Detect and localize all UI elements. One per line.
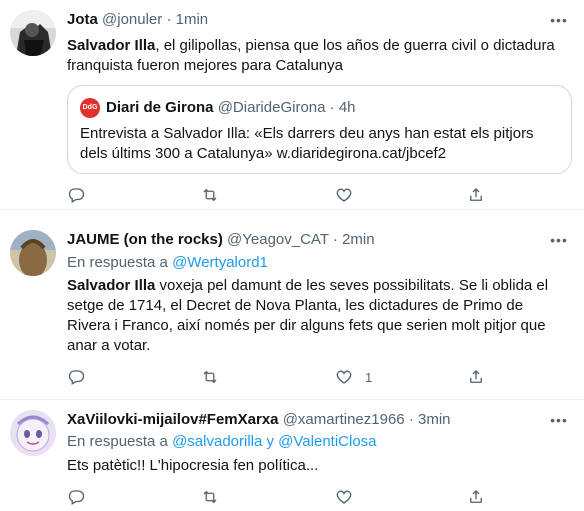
like-icon	[336, 490, 352, 504]
reply-prefix: En respuesta a	[67, 254, 173, 271]
share-button[interactable]	[467, 366, 485, 388]
avatar[interactable]	[10, 10, 56, 56]
reply-icon	[68, 490, 85, 505]
retweet-icon	[203, 490, 217, 504]
like-button[interactable]	[335, 184, 353, 206]
reply-to-link[interactable]: @salvadorilla y @ValentiClosa	[172, 433, 376, 450]
share-icon	[470, 370, 482, 383]
tweet[interactable]: XaViilovki-mijailov#FemXarxa @xamartinez…	[0, 400, 584, 511]
mention-bold: Salvador Illa	[67, 37, 156, 54]
timestamp[interactable]: 1min	[176, 11, 209, 28]
author-handle[interactable]: @xamartinez1966	[283, 411, 405, 428]
separator-dot: ·	[332, 231, 338, 248]
quoted-timestamp[interactable]: 4h	[339, 99, 356, 116]
tweet-header: Jota @jonuler · 1min	[67, 10, 208, 30]
mention-bold: Salvador Illa	[67, 277, 156, 294]
share-button[interactable]	[467, 184, 485, 206]
share-icon	[470, 490, 482, 503]
like-button[interactable]: 1	[335, 366, 372, 388]
avatar[interactable]	[10, 410, 56, 456]
quoted-author-name[interactable]: Diari de Girona	[106, 99, 214, 116]
reply-button[interactable]	[67, 486, 85, 508]
reply-icon	[68, 188, 85, 203]
quoted-tweet[interactable]: DdG Diari de Girona @DiarideGirona · 4h …	[67, 85, 572, 174]
avatar[interactable]	[10, 230, 56, 276]
quoted-text: Entrevista a Salvador Illa: «Els darrers…	[80, 125, 534, 162]
reply-button[interactable]	[67, 366, 85, 388]
like-icon	[336, 370, 352, 384]
quoted-header: Diari de Girona @DiarideGirona · 4h	[106, 98, 356, 118]
separator-dot: ·	[166, 11, 172, 28]
like-count: 1	[365, 369, 373, 385]
tweet[interactable]: JAUME (on the rocks) @Yeagov_CAT · 2min …	[0, 210, 584, 400]
reply-icon	[68, 370, 85, 385]
reply-prefix: En respuesta a	[67, 433, 173, 450]
author-name[interactable]: JAUME (on the rocks)	[67, 231, 223, 248]
more-icon[interactable]: •••	[548, 11, 570, 29]
timestamp[interactable]: 2min	[342, 231, 375, 248]
action-bar: 1	[67, 366, 497, 388]
tweet[interactable]: Jota @jonuler · 1min ••• Salvador Illa, …	[0, 0, 584, 210]
tweet-text: Ets patètic!! L'hipocresia fen política.…	[67, 457, 319, 474]
separator-dot: ·	[329, 99, 335, 116]
author-name[interactable]: XaViilovki-mijailov#FemXarxa	[67, 411, 279, 428]
reply-context: En respuesta a @salvadorilla y @ValentiC…	[67, 432, 377, 452]
quoted-author-handle[interactable]: @DiarideGirona	[218, 99, 326, 116]
tweet-header: JAUME (on the rocks) @Yeagov_CAT · 2min	[67, 230, 375, 250]
retweet-icon	[203, 188, 217, 202]
quoted-avatar[interactable]: DdG	[80, 98, 100, 118]
action-bar	[67, 486, 497, 508]
share-icon	[470, 188, 482, 201]
retweet-button[interactable]	[201, 366, 219, 388]
retweet-button[interactable]	[201, 184, 219, 206]
more-icon[interactable]: •••	[548, 411, 570, 429]
author-handle[interactable]: @jonuler	[102, 11, 162, 28]
share-button[interactable]	[467, 486, 485, 508]
reply-to-link[interactable]: @Wertyalord1	[172, 254, 268, 271]
action-bar	[67, 184, 497, 206]
retweet-icon	[203, 370, 217, 384]
author-handle[interactable]: @Yeagov_CAT	[227, 231, 329, 248]
tweet-header: XaViilovki-mijailov#FemXarxa @xamartinez…	[67, 410, 451, 430]
reply-context: En respuesta a @Wertyalord1	[67, 253, 268, 273]
tweet-text: Salvador Illa voxeja pel damunt de les s…	[67, 276, 567, 356]
separator-dot: ·	[408, 411, 414, 428]
tweet-text: Salvador Illa, el gilipollas, piensa que…	[67, 36, 567, 76]
reply-button[interactable]	[67, 184, 85, 206]
like-button[interactable]	[335, 486, 353, 508]
retweet-button[interactable]	[201, 486, 219, 508]
like-icon	[336, 188, 352, 202]
timestamp[interactable]: 3min	[418, 411, 451, 428]
author-name[interactable]: Jota	[67, 11, 98, 28]
more-icon[interactable]: •••	[548, 231, 570, 249]
